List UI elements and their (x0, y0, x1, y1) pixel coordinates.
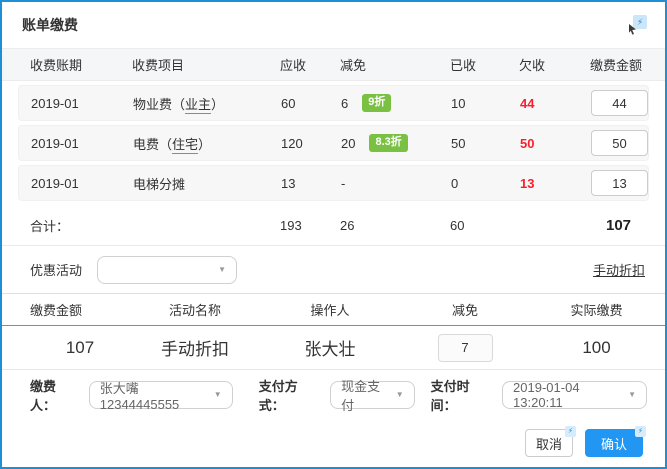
cell-received: 10 (451, 96, 520, 111)
total-reduction: 26 (340, 218, 450, 233)
confirm-button[interactable]: 确认 ⚡ (585, 429, 643, 457)
cell-owed: 44 (520, 96, 591, 111)
col-item: 收费项目 (132, 55, 280, 74)
reduction-input[interactable] (438, 334, 493, 362)
chevron-down-icon: ▼ (620, 390, 636, 399)
cell-pay-amount (591, 90, 648, 116)
interaction-cursor-icon[interactable]: ⚡ (629, 15, 647, 35)
bill-table-body: 2019-01 物业费（业主） 60 6 9折 10 44 2019-01 电费… (2, 81, 665, 205)
cell-pay-amount (591, 130, 648, 156)
cell-item: 电梯分摊 (133, 174, 281, 193)
col-activity: 活动名称 (130, 300, 260, 319)
col-pay-amount: 缴费金额 (30, 300, 130, 319)
cell-received: 50 (451, 136, 520, 151)
pay-amount-input[interactable] (591, 90, 648, 116)
col-owed: 欠收 (519, 55, 590, 74)
col-reduction: 减免 (400, 300, 530, 319)
cell-item: 物业费（业主） (133, 94, 281, 113)
lightning-icon: ⚡ (565, 426, 576, 437)
cell-reduction (400, 334, 530, 362)
bill-table-header: 收费账期 收费项目 应收 减免 已收 欠收 缴费金额 (2, 48, 665, 81)
total-received: 60 (450, 218, 519, 233)
col-period: 收费账期 (30, 55, 132, 74)
chevron-down-icon: ▼ (388, 390, 404, 399)
promotion-select[interactable]: ▼ (97, 256, 237, 284)
cell-reduction: - (341, 176, 451, 191)
manual-discount-link[interactable]: 手动折扣 (593, 260, 645, 279)
table-row: 2019-01 电梯分摊 13 - 0 13 (18, 165, 649, 201)
cell-period: 2019-01 (31, 136, 133, 151)
col-actual: 实际缴费 (530, 300, 663, 319)
cell-actual: 100 (530, 338, 663, 358)
chevron-down-icon: ▼ (206, 390, 222, 399)
method-select[interactable]: 现金支付 ▼ (330, 381, 414, 409)
dialog-title: 账单缴费 (22, 15, 78, 35)
bill-payment-dialog: 账单缴费 ⚡ 收费账期 收费项目 应收 减免 已收 欠收 缴费金额 2019-0… (0, 0, 667, 469)
title-bar: 账单缴费 ⚡ (2, 2, 665, 48)
col-reduction: 减免 (340, 55, 450, 74)
cell-operator: 张大壮 (260, 335, 400, 360)
mouse-cursor-icon (629, 24, 639, 35)
cell-pay-amount: 107 (30, 338, 130, 358)
discount-table-row: 107 手动折扣 张大壮 100 (2, 326, 665, 370)
cell-reduction: 6 9折 (341, 94, 451, 111)
col-receivable: 应收 (280, 55, 340, 74)
col-received: 已收 (450, 55, 519, 74)
total-pay-amount: 107 (590, 217, 647, 234)
cell-reduction: 20 8.3折 (341, 134, 451, 151)
cell-receivable: 13 (281, 176, 341, 191)
discount-badge: 8.3折 (369, 134, 407, 151)
time-select[interactable]: 2019-01-04 13:20:11 ▼ (502, 381, 647, 409)
total-row: 合计： 193 26 60 107 (2, 205, 665, 246)
discount-badge: 9折 (362, 94, 391, 111)
payer-select[interactable]: 张大嘴 12344445555 ▼ (89, 381, 233, 409)
total-label: 合计： (30, 216, 132, 235)
payment-form: 缴费人： 张大嘴 12344445555 ▼ 支付方式： 现金支付 ▼ 支付时间… (2, 370, 665, 419)
discount-table-header: 缴费金额 活动名称 操作人 减免 实际缴费 (2, 293, 665, 326)
payer-label: 缴费人： (30, 376, 81, 414)
total-receivable: 193 (280, 218, 340, 233)
pay-amount-input[interactable] (591, 170, 648, 196)
chevron-down-icon: ▼ (210, 265, 226, 274)
cell-period: 2019-01 (31, 176, 133, 191)
cell-period: 2019-01 (31, 96, 133, 111)
cell-activity: 手动折扣 (130, 335, 260, 360)
cell-receivable: 60 (281, 96, 341, 111)
method-label: 支付方式： (259, 376, 322, 414)
cancel-button[interactable]: 取消 ⚡ (525, 429, 573, 457)
cell-owed: 50 (520, 136, 591, 151)
table-row: 2019-01 物业费（业主） 60 6 9折 10 44 (18, 85, 649, 121)
cell-item: 电费（住宅） (133, 134, 281, 153)
cell-owed: 13 (520, 176, 591, 191)
col-operator: 操作人 (260, 300, 400, 319)
lightning-icon: ⚡ (635, 426, 646, 437)
table-row: 2019-01 电费（住宅） 120 20 8.3折 50 50 (18, 125, 649, 161)
cell-received: 0 (451, 176, 520, 191)
dialog-footer: 取消 ⚡ 确认 ⚡ (2, 419, 665, 467)
promotion-row: 优惠活动 ▼ 手动折扣 (2, 246, 665, 293)
time-label: 支付时间： (431, 376, 494, 414)
cell-pay-amount (591, 170, 648, 196)
promotion-label: 优惠活动 (30, 260, 82, 279)
pay-amount-input[interactable] (591, 130, 648, 156)
cell-receivable: 120 (281, 136, 341, 151)
col-pay-amount: 缴费金额 (590, 55, 665, 74)
